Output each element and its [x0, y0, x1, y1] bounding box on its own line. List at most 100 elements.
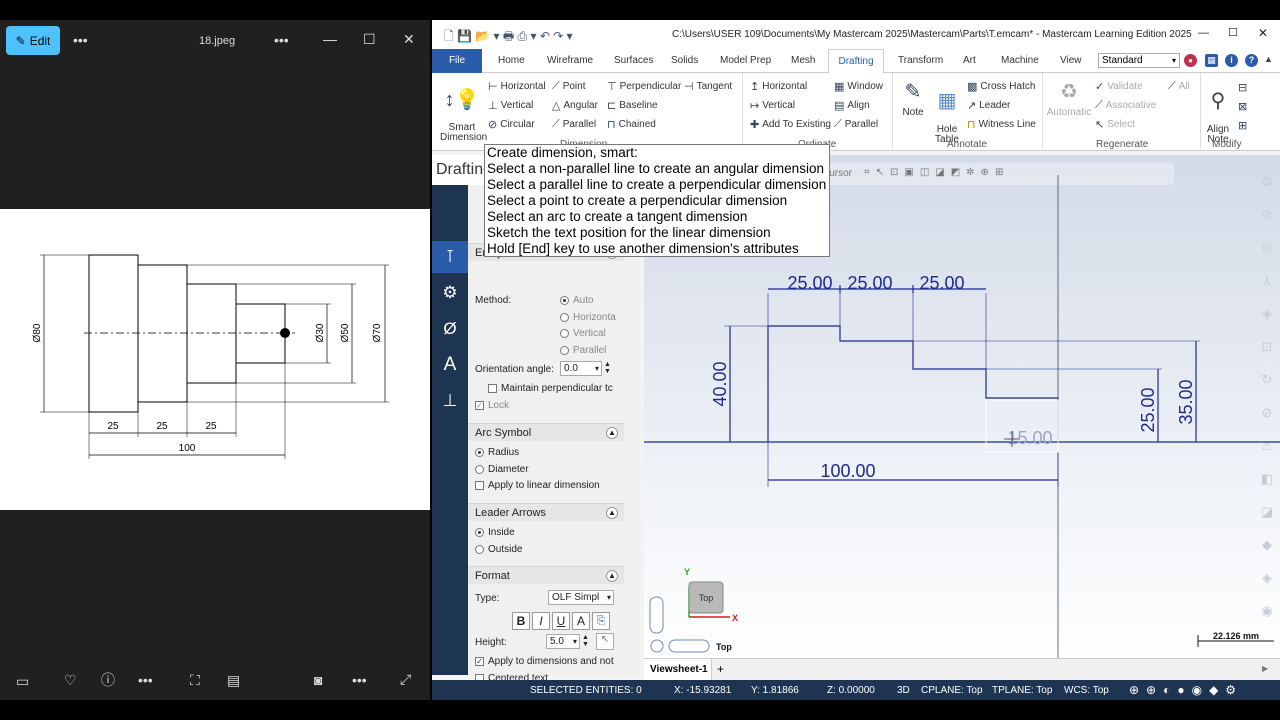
dim-vertical-button[interactable]: ⊥ Vertical [488, 99, 533, 112]
camera-icon[interactable]: ◙ [314, 673, 322, 687]
menu-mesh[interactable]: Mesh [791, 55, 815, 66]
ord-horizontal-button[interactable]: ↥ Horizontal [750, 80, 807, 93]
associative-button[interactable]: ⟋ Associative [1095, 99, 1156, 112]
leader-arrows-section-header[interactable]: Leader Arrows ▲ [468, 503, 624, 521]
edit-button[interactable]: ✎ Edit [6, 26, 60, 55]
dim-chained-button[interactable]: ⊓ Chained [607, 118, 656, 131]
dim-tangent-button[interactable]: ⊣ Tangent [684, 80, 732, 93]
cplane[interactable]: CPLANE: Top [921, 685, 983, 696]
dim-baseline-button[interactable]: ⊏ Baseline [607, 99, 658, 112]
collapse-ribbon-icon[interactable]: ▲ [1264, 54, 1273, 64]
menu-surfaces[interactable]: Surfaces [614, 55, 653, 66]
arc-symbol-section-header[interactable]: Arc Symbol ▲ [468, 423, 624, 441]
leader-button[interactable]: ↗ Leader [967, 99, 1010, 112]
lock-checkbox[interactable]: ✓ Lock [475, 400, 509, 411]
menu-transform[interactable]: Transform [898, 55, 943, 66]
method-parallel-radio[interactable]: Parallel [560, 345, 606, 356]
text-properties-icon[interactable]: ⎘ [592, 612, 610, 630]
settings-tab-icon[interactable]: ⚙ [432, 277, 468, 309]
vertical-pan-icon[interactable] [649, 596, 664, 634]
ord-add-to-existing-button[interactable]: ✚ Add To Existing [750, 118, 831, 131]
hole-table-button[interactable]: ▦ Hole Table [932, 77, 962, 145]
collapse-icon[interactable]: ▲ [606, 427, 618, 439]
view-cube[interactable]: Top Y X [684, 567, 738, 623]
collapse-icon[interactable]: ▲ [606, 570, 618, 582]
ord-vertical-button[interactable]: ↦ Vertical [750, 99, 795, 112]
ord-align-button[interactable]: ▤ Align [834, 99, 870, 112]
dim-horizontal-button[interactable]: ⊢ Horizontal [488, 80, 546, 93]
select-button[interactable]: ↖ Select [1095, 118, 1135, 131]
stepper-icon[interactable]: ▲ ▼ [582, 634, 589, 648]
menu-art[interactable]: Art [963, 55, 976, 66]
menu-machine[interactable]: Machine [1001, 55, 1039, 66]
height-input[interactable]: 5.0 ▾ [546, 634, 580, 649]
ord-parallel-button[interactable]: ⟋ Parallel [834, 118, 878, 131]
witness-line-button[interactable]: ⊓ Witness Line [967, 118, 1036, 131]
maximize-icon[interactable]: ☐ [363, 32, 376, 46]
dim-parallel-button[interactable]: ⟋ Parallel [552, 118, 596, 131]
method-vertical-radio[interactable]: Vertical [560, 328, 606, 339]
orientation-angle-input[interactable]: 0.0 ▾ [560, 361, 602, 376]
automatic-button[interactable]: ♻ Automatic [1044, 77, 1094, 118]
favorite-icon[interactable]: ♡ [64, 673, 77, 687]
more-bottom-icon[interactable]: ••• [138, 673, 153, 687]
info-icon[interactable]: i [1225, 54, 1238, 67]
pick-height-icon[interactable]: ↖ [596, 633, 614, 650]
menu-home[interactable]: Home [498, 55, 525, 66]
menu-view[interactable]: View [1060, 55, 1082, 66]
crop-icon[interactable]: ⛶ [190, 673, 200, 687]
status-icons[interactable]: ⊕⊕◐●◉◆⚙ [1129, 683, 1243, 697]
menu-model-prep[interactable]: Model Prep [720, 55, 771, 66]
expand-icon[interactable]: ⤢ [400, 672, 411, 686]
menu-drafting[interactable]: Drafting [828, 49, 884, 74]
cross-hatch-button[interactable]: ▩ Cross Hatch [967, 80, 1035, 93]
account-icon[interactable]: ● [1184, 54, 1197, 67]
dim-circular-button[interactable]: ⊘ Circular [488, 118, 535, 131]
dim-angular-button[interactable]: △ Angular [552, 99, 598, 112]
menu-wireframe[interactable]: Wireframe [547, 55, 593, 66]
all-button[interactable]: ⟋ All [1168, 80, 1190, 93]
horizontal-pan-icon[interactable] [668, 639, 710, 653]
dimension-tab-icon[interactable]: ⊺ [432, 241, 468, 273]
validate-button[interactable]: ✓ Validate [1095, 80, 1143, 93]
close-icon[interactable]: ✕ [1258, 26, 1268, 40]
align-note-button[interactable]: ⚲ Align Note [1203, 77, 1233, 145]
note-button[interactable]: ✎ Note [898, 77, 928, 118]
type-select[interactable]: OLF Simpl ▾ [548, 590, 614, 605]
close-icon[interactable]: ✕ [403, 32, 415, 46]
diameter-tab-icon[interactable]: Ø [432, 313, 468, 345]
ord-window-button[interactable]: ▦ Window [834, 80, 883, 93]
smart-dimension-button[interactable]: ↕💡 Smart Dimension [440, 77, 487, 143]
menu-file[interactable]: File [432, 49, 482, 73]
viewsheet-tab[interactable]: Viewsheet-1 [644, 659, 712, 680]
minimize-icon[interactable]: — [323, 32, 337, 46]
wcs[interactable]: WCS: Top [1064, 685, 1109, 696]
font-color-button[interactable]: A [572, 612, 590, 630]
dim-perpendicular-button[interactable]: ⊤ Perpendicular [607, 80, 681, 93]
quick-access-icons[interactable]: 🗋 💾 📂 ▾ 🖶 ⎙ ▾ ↶ ↷ ▾ [444, 27, 573, 48]
format-section-header[interactable]: Format ▲ [468, 566, 624, 584]
add-viewsheet-icon[interactable]: + [717, 662, 724, 676]
scroll-right-icon[interactable]: ▶ [1262, 664, 1268, 673]
modify-small-icons[interactable]: ⊟ ⊠ ⊞ [1238, 79, 1247, 136]
tplane[interactable]: TPLANE: Top [992, 685, 1052, 696]
dim-point-button[interactable]: ⟋ Point [552, 80, 586, 93]
rotate-view-icon[interactable] [650, 639, 664, 653]
more-options-icon[interactable]: ••• [274, 33, 289, 47]
arc-radius-radio[interactable]: Radius [475, 447, 519, 458]
text-scan-icon[interactable]: ▤ [227, 673, 240, 687]
collapse-icon[interactable]: ▲ [606, 507, 618, 519]
help-icon[interactable]: ? [1245, 54, 1258, 67]
maximize-icon[interactable]: ☐ [1228, 26, 1238, 39]
more-right-icon[interactable]: ••• [352, 673, 367, 687]
bold-button[interactable]: B [512, 612, 530, 630]
menu-solids[interactable]: Solids [671, 55, 698, 66]
leader-inside-radio[interactable]: Inside [475, 527, 515, 538]
apply-dimensions-checkbox[interactable]: ✓ Apply to dimensions and not [475, 656, 614, 667]
underline-button[interactable]: U [552, 612, 570, 630]
mode-3d[interactable]: 3D [897, 685, 910, 696]
method-horizontal-radio[interactable]: Horizonta [560, 312, 616, 323]
filmstrip-icon[interactable]: ▭ [16, 674, 29, 688]
standard-select[interactable]: Standard ▾ [1098, 53, 1180, 68]
arc-diameter-radio[interactable]: Diameter [475, 464, 529, 475]
